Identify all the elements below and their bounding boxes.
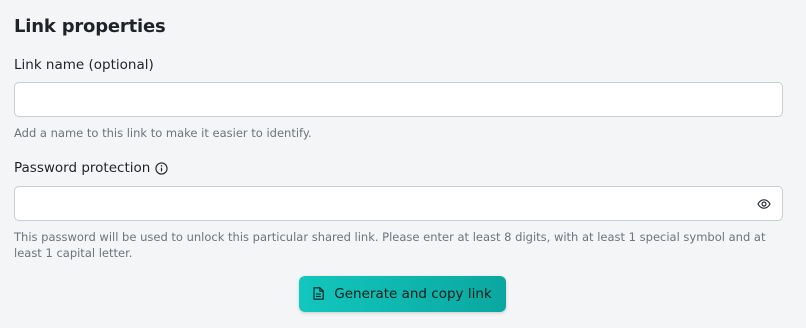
password-helper-text: This password will be used to unlock thi… <box>14 230 766 260</box>
generate-and-copy-link-button[interactable]: Generate and copy link <box>299 276 506 312</box>
eye-icon[interactable] <box>756 196 772 212</box>
section-title: Link properties <box>14 16 166 37</box>
link-name-label-text: Link name (optional) <box>14 57 154 73</box>
generate-button-label: Generate and copy link <box>334 286 492 302</box>
link-name-helper-text: Add a name to this link to make it easie… <box>14 126 312 140</box>
link-properties-panel: Link properties Link name (optional) Add… <box>0 0 806 328</box>
info-icon[interactable] <box>154 161 168 175</box>
password-input[interactable] <box>15 187 782 220</box>
password-label: Password protection <box>14 160 168 176</box>
password-field-wrapper <box>14 186 783 221</box>
link-name-input[interactable] <box>15 83 782 116</box>
document-icon <box>313 287 325 301</box>
password-label-text: Password protection <box>14 160 151 176</box>
link-name-label: Link name (optional) <box>14 57 154 73</box>
link-name-field-wrapper <box>14 82 783 117</box>
